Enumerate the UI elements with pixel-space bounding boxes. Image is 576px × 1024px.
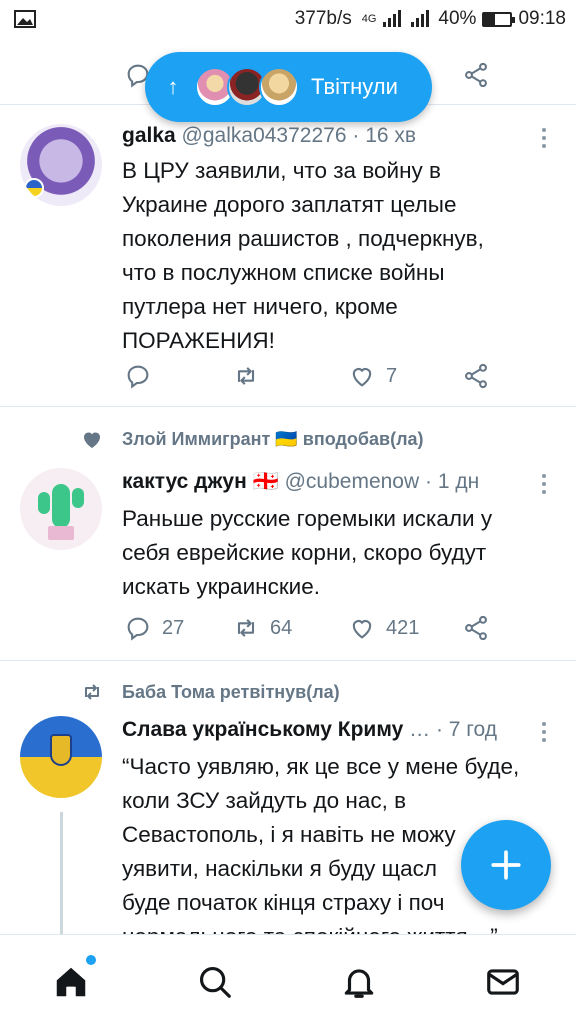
share-icon[interactable] <box>462 61 490 89</box>
retweet-icon <box>85 684 99 700</box>
tweet[interactable]: кактус джун 🇬🇪 @cubemenow · 1 дн Раньше … <box>0 466 576 666</box>
retweet-count: 64 <box>270 616 293 639</box>
gallery-icon <box>14 10 36 28</box>
messages-tab[interactable] <box>484 963 522 1001</box>
social-context: Баба Тома ретвітнув(ла) <box>80 680 340 704</box>
tweet-time: 1 дн <box>437 470 480 493</box>
messages-icon <box>487 969 519 995</box>
notifications-icon <box>344 969 374 998</box>
tweet-actions: 7 <box>122 362 562 392</box>
tweet[interactable]: galka @galka04372276 · 16 хв В ЦРУ заяви… <box>0 120 576 410</box>
thread-line <box>60 812 63 934</box>
heart-icon <box>352 620 372 639</box>
retweet-icon <box>237 619 255 637</box>
network-speed: 377b/s <box>294 8 352 29</box>
social-context-text[interactable]: Баба Тома ретвітнув(ла) <box>122 682 340 703</box>
clock: 09:18 <box>518 8 566 29</box>
author-name[interactable]: Слава українському Криму <box>122 718 403 741</box>
tweet-header: кактус джун 🇬🇪 @cubemenow · 1 дн <box>122 470 480 493</box>
share-icon <box>465 363 487 389</box>
reply-button[interactable] <box>124 362 162 390</box>
pill-avatars <box>195 67 299 107</box>
reply-button[interactable]: 27 <box>124 614 184 642</box>
tweet-header: galka @galka04372276 · 16 хв <box>122 124 417 147</box>
social-context-text[interactable]: Злой Иммигрант 🇺🇦 вподобав(ла) <box>122 429 424 450</box>
author-handle[interactable]: @cubemenow <box>285 470 420 493</box>
reply-icon <box>127 365 149 389</box>
tweet-text: В ЦРУ заявили, что за войну в Украине до… <box>122 158 484 353</box>
tweet-actions: 27 64 421 <box>122 614 562 644</box>
notification-dot <box>86 955 96 965</box>
like-count: 7 <box>386 364 398 387</box>
like-count: 421 <box>386 616 420 639</box>
author-name[interactable]: galka <box>122 124 176 147</box>
reply-count: 27 <box>162 616 185 639</box>
more-options-icon[interactable] <box>542 722 548 746</box>
more-options-icon[interactable] <box>542 128 548 152</box>
signal-icon <box>383 10 402 27</box>
social-context: Злой Иммигрант 🇺🇦 вподобав(ла) <box>80 427 424 451</box>
status-bar: 377b/s 4G 40% 09:18 <box>0 0 576 40</box>
like-button[interactable]: 7 <box>348 362 397 390</box>
divider <box>0 660 576 661</box>
share-icon <box>465 615 487 641</box>
battery-icon <box>482 11 516 27</box>
heart-icon <box>352 368 372 387</box>
avatar[interactable] <box>20 716 102 798</box>
retweet-button[interactable]: 64 <box>232 614 292 642</box>
home-icon <box>56 967 86 997</box>
home-tab[interactable] <box>52 955 96 1001</box>
compose-tweet-button[interactable] <box>461 820 551 910</box>
more-options-icon[interactable] <box>542 474 548 498</box>
tweet-text: Раньше русские горемыки искали у себя ев… <box>122 506 493 599</box>
retweet-button[interactable] <box>232 362 270 390</box>
pill-label: Твітнули <box>311 74 398 99</box>
battery-percent: 40% <box>438 8 477 29</box>
author-handle[interactable]: … <box>409 718 430 741</box>
author-handle[interactable]: @galka04372276 <box>182 124 347 147</box>
avatar[interactable] <box>20 468 102 550</box>
bottom-navigation <box>0 934 576 1024</box>
search-icon <box>199 966 231 998</box>
signal-icon-2 <box>411 10 430 27</box>
tweet-time: 16 хв <box>365 124 417 147</box>
arrow-up-icon: ↑ <box>167 74 179 99</box>
tweet-header: Слава українському Криму … · 7 год <box>122 718 497 741</box>
notifications-tab[interactable] <box>340 963 378 1001</box>
divider <box>0 406 576 407</box>
new-tweets-pill[interactable]: ↑ Твітнули <box>145 52 432 122</box>
author-name[interactable]: кактус джун 🇬🇪 <box>122 470 279 493</box>
retweet-icon <box>237 367 255 385</box>
tweet-time: 7 год <box>448 718 497 741</box>
avatar[interactable] <box>20 124 102 206</box>
plus-icon <box>491 850 521 880</box>
share-button[interactable] <box>462 614 490 642</box>
like-button[interactable]: 421 <box>348 614 419 642</box>
heart-filled-icon <box>84 432 100 448</box>
avatar <box>259 67 299 107</box>
share-button[interactable] <box>462 362 490 390</box>
search-tab[interactable] <box>196 963 234 1001</box>
reply-icon <box>127 617 149 641</box>
network-type: 4G <box>361 13 377 25</box>
